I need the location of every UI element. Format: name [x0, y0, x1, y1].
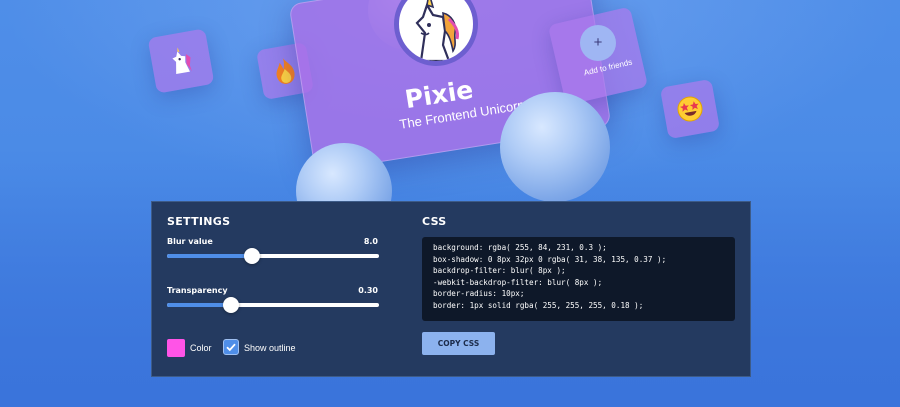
settings-title: SETTINGS [167, 215, 231, 228]
css-code-line: -webkit-backdrop-filter: blur( 8px ); [433, 277, 603, 287]
copy-css-button[interactable]: COPY CSS [422, 332, 495, 355]
css-code-line: background: rgba( 255, 84, 231, 0.3 ); [433, 243, 607, 252]
decorative-sphere [500, 92, 610, 202]
fire-emoji-icon [276, 58, 295, 84]
color-swatch[interactable] [167, 339, 185, 357]
avatar [394, 0, 478, 66]
plus-icon[interactable]: + [580, 25, 616, 61]
color-label: Color [190, 343, 212, 353]
blur-value: 8.0 [363, 237, 378, 246]
unicorn-emoji-icon [172, 47, 192, 75]
checkmark-icon [226, 343, 236, 352]
css-code-line: border-radius: 10px; [433, 289, 525, 299]
css-code-line: backdrop-filter: blur( 8px ); [433, 266, 566, 276]
star-struck-emoji-tile [659, 78, 721, 140]
show-outline-checkbox[interactable] [223, 339, 239, 355]
blur-slider-thumb[interactable] [243, 248, 260, 264]
show-outline-label: Show outline [244, 343, 296, 353]
css-code-block[interactable]: background: rgba( 255, 84, 231, 0.3 ); b… [422, 237, 735, 321]
css-code-line: box-shadow: 0 8px 32px 0 rgba( 31, 38, 1… [433, 254, 667, 264]
star-struck-emoji-icon [677, 96, 703, 122]
transparency-value: 0.30 [358, 286, 378, 295]
blur-slider-fill [167, 254, 252, 258]
transparency-slider[interactable] [167, 297, 379, 313]
transparency-slider-fill [167, 303, 231, 307]
css-title: CSS [422, 215, 447, 228]
transparency-slider-thumb[interactable] [222, 297, 239, 313]
settings-panel: SETTINGS Blur value 8.0 Transparency 0.3… [151, 201, 751, 377]
unicorn-emoji-tile [147, 28, 215, 94]
css-code-line: border: 1px solid rgba( 255, 255, 255, 0… [433, 300, 644, 310]
transparency-label: Transparency [167, 286, 228, 295]
unicorn-icon [415, 0, 459, 61]
blur-slider[interactable] [167, 248, 379, 264]
blur-label: Blur value [167, 237, 213, 246]
